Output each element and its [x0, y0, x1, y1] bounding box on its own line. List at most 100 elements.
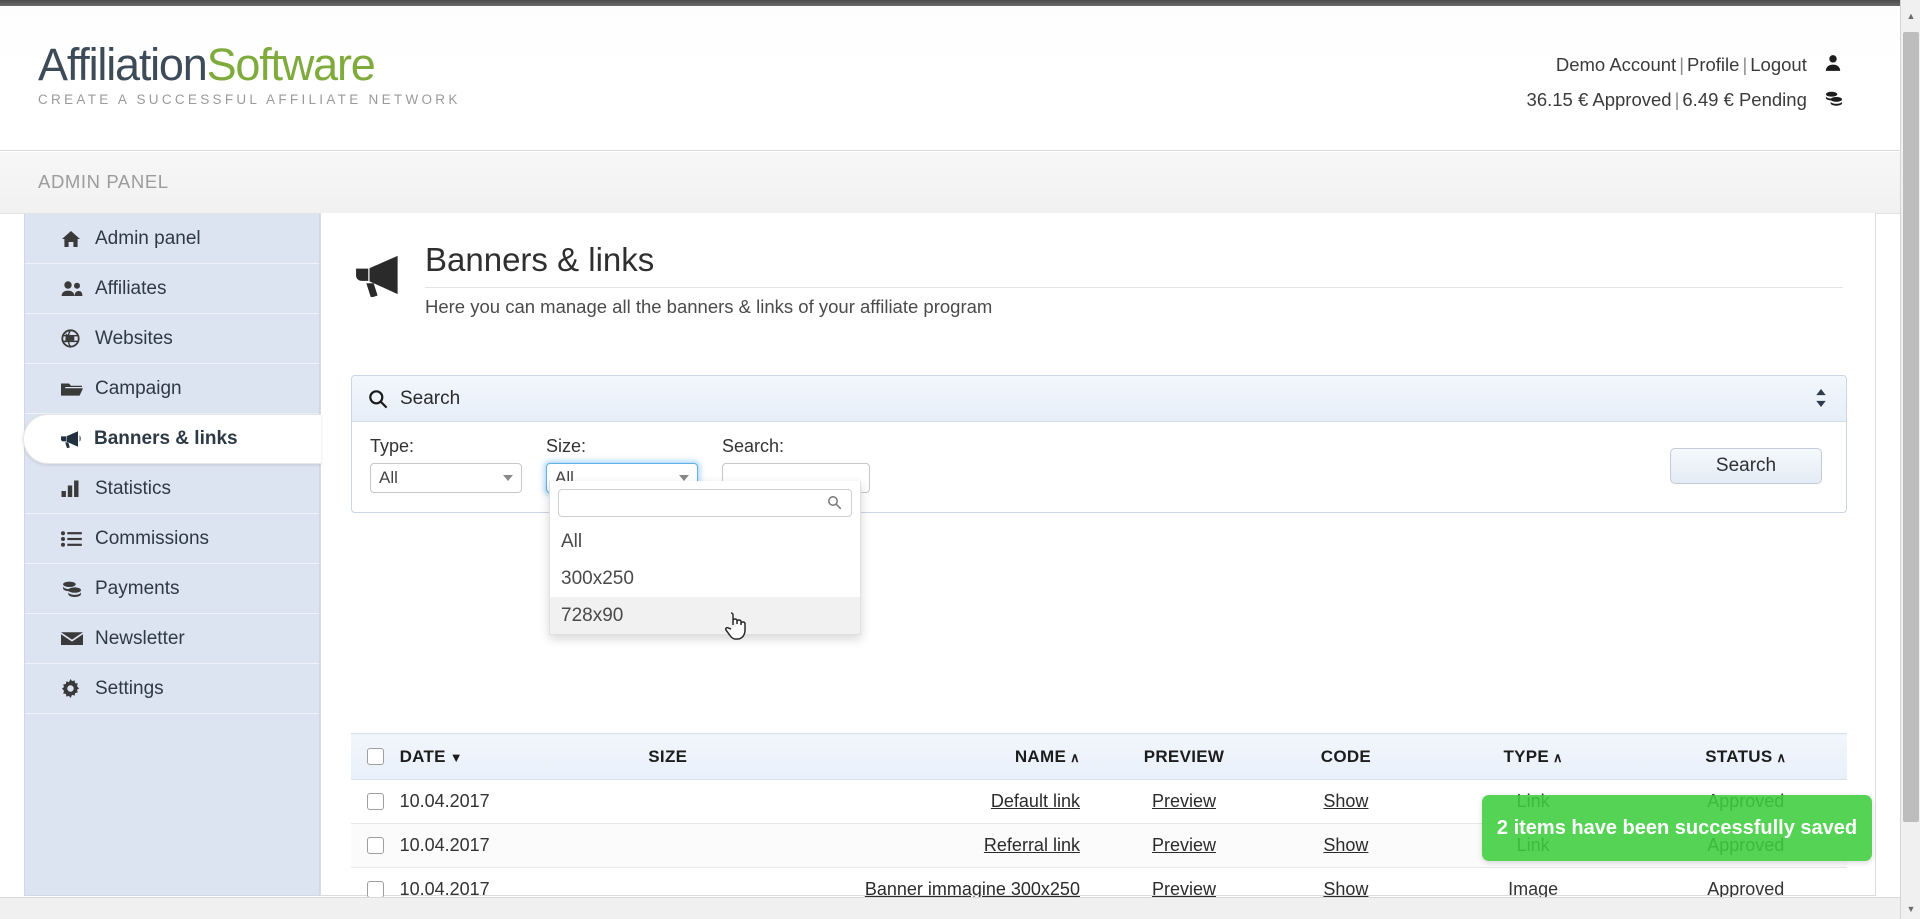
globe-icon	[61, 329, 95, 348]
admin-panel-band: ADMIN PANEL	[0, 152, 1900, 214]
type-filter-label: Type:	[370, 436, 522, 457]
th-name[interactable]: NAME∧	[784, 734, 1098, 780]
page-subtitle: Here you can manage all the banners & li…	[425, 288, 1843, 318]
logo-primary-text: Affiliation	[38, 39, 207, 90]
row-checkbox-cell[interactable]	[351, 824, 400, 868]
th-size[interactable]: SIZE	[551, 734, 784, 780]
size-option-300x250[interactable]: 300x250	[550, 560, 860, 597]
sidebar-item-payments[interactable]: Payments	[25, 564, 319, 614]
sort-asc-icon: ∧	[1776, 750, 1786, 765]
scroll-up-arrow-icon[interactable]: ▲	[1901, 6, 1920, 26]
th-select-all[interactable]	[351, 734, 400, 780]
scroll-down-arrow-icon[interactable]: ▼	[1901, 899, 1920, 919]
site-header: AffiliationSoftware CREATE A SUCCESSFUL …	[0, 6, 1900, 151]
row-checkbox[interactable]	[367, 837, 384, 854]
row-name-link[interactable]: Banner immagine 300x250	[865, 879, 1080, 899]
sidebar-item-label: Settings	[95, 678, 164, 700]
preview-link[interactable]: Preview	[1152, 791, 1216, 811]
sidebar-item-websites[interactable]: Websites	[25, 314, 319, 364]
magnifier-icon	[368, 389, 388, 409]
table-head: DATE▼ SIZE NAME∧ PREVIEW CODE TYPE∧ STAT…	[351, 734, 1847, 780]
account-row-2: 36.15 € Approved|6.49 € Pending	[1527, 83, 1844, 118]
search-panel-header[interactable]: Search	[352, 376, 1846, 422]
row-name[interactable]: Default link	[784, 780, 1098, 824]
page-megaphone-icon	[353, 241, 425, 318]
th-code[interactable]: CODE	[1270, 734, 1422, 780]
preview-link[interactable]: Preview	[1152, 835, 1216, 855]
type-filter-select[interactable]: All	[370, 463, 522, 493]
sidebar-item-statistics[interactable]: Statistics	[25, 464, 319, 514]
row-code[interactable]: Show	[1270, 780, 1422, 824]
th-type[interactable]: TYPE∧	[1422, 734, 1645, 780]
home-icon	[61, 230, 95, 248]
row-name-link[interactable]: Default link	[991, 791, 1080, 811]
row-code[interactable]: Show	[1270, 824, 1422, 868]
sidebar-item-affiliates[interactable]: Affiliates	[25, 264, 319, 314]
preview-link[interactable]: Preview	[1152, 879, 1216, 899]
sidebar-item-label: Newsletter	[95, 628, 185, 650]
envelope-icon	[61, 631, 95, 646]
code-show-link[interactable]: Show	[1323, 791, 1368, 811]
sidebar-item-admin-panel[interactable]: Admin panel	[25, 214, 319, 264]
chevron-down-icon	[503, 475, 513, 481]
search-panel-title: Search	[400, 388, 460, 410]
row-checkbox[interactable]	[367, 881, 384, 898]
account-info: Demo Account|Profile|Logout 36.15 € Appr…	[1527, 48, 1844, 118]
page-header-text: Banners & links Here you can manage all …	[425, 241, 1843, 318]
users-icon	[61, 280, 95, 297]
row-date: 10.04.2017	[400, 824, 552, 868]
table-header-row: DATE▼ SIZE NAME∧ PREVIEW CODE TYPE∧ STAT…	[351, 734, 1847, 780]
row-date: 10.04.2017	[400, 780, 552, 824]
balance-approved: 36.15 € Approved	[1527, 89, 1672, 110]
megaphone-icon	[60, 430, 94, 448]
scrollbar-thumb[interactable]	[1903, 32, 1919, 822]
sort-updown-icon[interactable]	[1814, 389, 1828, 412]
sort-asc-icon: ∧	[1070, 750, 1080, 765]
search-button[interactable]: Search	[1670, 448, 1822, 484]
sidebar-item-banners-links[interactable]: Banners & links	[23, 414, 321, 464]
size-option-728x90[interactable]: 728x90	[550, 597, 860, 634]
row-checkbox-cell[interactable]	[351, 780, 400, 824]
sidebar-item-label: Affiliates	[95, 278, 166, 300]
page-scrollbar[interactable]: ▲ ▼	[1900, 0, 1920, 919]
sidebar-item-label: Campaign	[95, 378, 182, 400]
sidebar-item-label: Websites	[95, 328, 173, 350]
th-code-label: CODE	[1321, 747, 1371, 766]
size-option-all[interactable]: All	[550, 523, 860, 560]
type-filter-group: Type: All	[370, 436, 522, 493]
th-date-label: DATE	[400, 747, 446, 766]
sidebar-item-commissions[interactable]: Commissions	[25, 514, 319, 564]
page-header: Banners & links Here you can manage all …	[353, 241, 1843, 318]
th-status[interactable]: STATUS∧	[1645, 734, 1848, 780]
code-show-link[interactable]: Show	[1323, 835, 1368, 855]
th-size-label: SIZE	[648, 747, 687, 766]
size-filter-label: Size:	[546, 436, 698, 457]
th-preview[interactable]: PREVIEW	[1098, 734, 1270, 780]
account-name-link[interactable]: Demo Account	[1556, 54, 1676, 75]
page-title: Banners & links	[425, 241, 1843, 288]
code-show-link[interactable]: Show	[1323, 879, 1368, 899]
separator-1: |	[1676, 54, 1687, 75]
size-dropdown-filter-input[interactable]	[558, 489, 852, 517]
row-preview[interactable]: Preview	[1098, 780, 1270, 824]
list-icon	[61, 531, 95, 547]
row-name-link[interactable]: Referral link	[984, 835, 1080, 855]
row-name[interactable]: Referral link	[784, 824, 1098, 868]
logout-link[interactable]: Logout	[1750, 54, 1807, 75]
search-text-label: Search:	[722, 436, 870, 457]
sidebar-item-campaign[interactable]: Campaign	[25, 364, 319, 414]
logo-secondary-text: Software	[207, 39, 375, 90]
th-date[interactable]: DATE▼	[400, 734, 552, 780]
sidebar-item-settings[interactable]: Settings	[25, 664, 319, 714]
logo-tagline: CREATE A SUCCESSFUL AFFILIATE NETWORK	[38, 92, 461, 107]
select-all-checkbox[interactable]	[367, 748, 384, 765]
profile-link[interactable]: Profile	[1687, 54, 1739, 75]
row-size	[551, 780, 784, 824]
type-filter-value: All	[379, 468, 398, 488]
logo-wordmark: AffiliationSoftware	[38, 42, 461, 87]
row-checkbox[interactable]	[367, 793, 384, 810]
row-size	[551, 824, 784, 868]
th-preview-label: PREVIEW	[1144, 747, 1225, 766]
row-preview[interactable]: Preview	[1098, 824, 1270, 868]
sidebar-item-newsletter[interactable]: Newsletter	[25, 614, 319, 664]
